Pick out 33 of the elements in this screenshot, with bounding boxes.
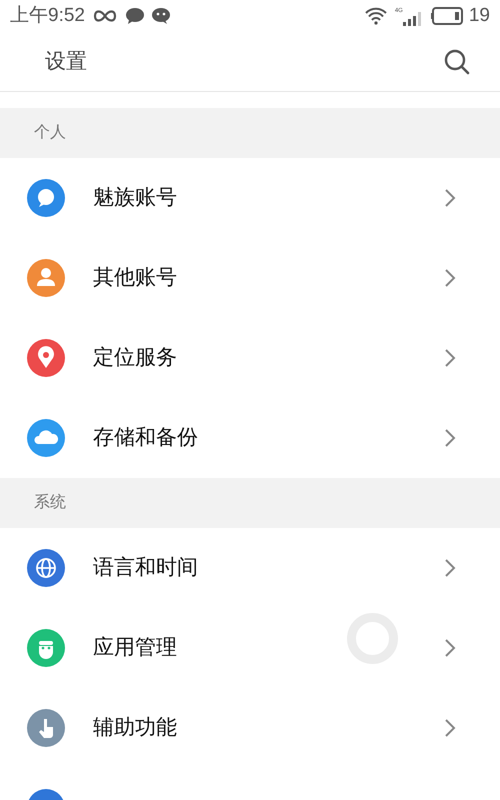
chat-bubble-icon xyxy=(124,7,145,25)
battery-icon xyxy=(430,7,465,25)
robot-icon xyxy=(27,629,65,667)
chevron-icon xyxy=(444,428,456,448)
globe-icon xyxy=(27,549,65,587)
chevron-icon xyxy=(444,558,456,578)
infinity-icon xyxy=(92,9,117,23)
setting-label[interactable]: 辅助功能 xyxy=(93,712,444,744)
status-time: 上午9:52 xyxy=(10,4,85,28)
search-icon[interactable] xyxy=(444,48,470,74)
person-icon xyxy=(27,259,65,297)
section-title: 系统 xyxy=(34,492,66,513)
chevron-icon xyxy=(444,638,456,658)
chevron-icon xyxy=(444,188,456,208)
setting-label[interactable]: 魅族账号 xyxy=(93,182,444,214)
cloud-icon xyxy=(27,419,65,457)
wifi-icon xyxy=(364,7,387,25)
chevron-icon xyxy=(444,348,456,368)
setting-label[interactable]: 语言和时间 xyxy=(93,552,444,584)
section-title: 个人 xyxy=(34,123,66,143)
chevron-icon xyxy=(444,718,456,738)
setting-label[interactable]: 定位服务 xyxy=(93,342,444,374)
battery-percent: 19 xyxy=(468,4,490,28)
location-pin-icon xyxy=(27,339,65,377)
chevron-icon xyxy=(444,268,456,288)
setting-label[interactable]: 存储和备份 xyxy=(93,422,444,454)
setting-label[interactable]: 其他账号 xyxy=(93,262,444,294)
hand-pointer-icon xyxy=(27,709,65,747)
setting-label[interactable]: 应用管理 xyxy=(93,632,444,664)
signal-icon xyxy=(402,12,421,26)
message-icon xyxy=(150,7,171,25)
chat-bubble-icon xyxy=(27,179,65,217)
page-title: 设置 xyxy=(45,48,87,75)
